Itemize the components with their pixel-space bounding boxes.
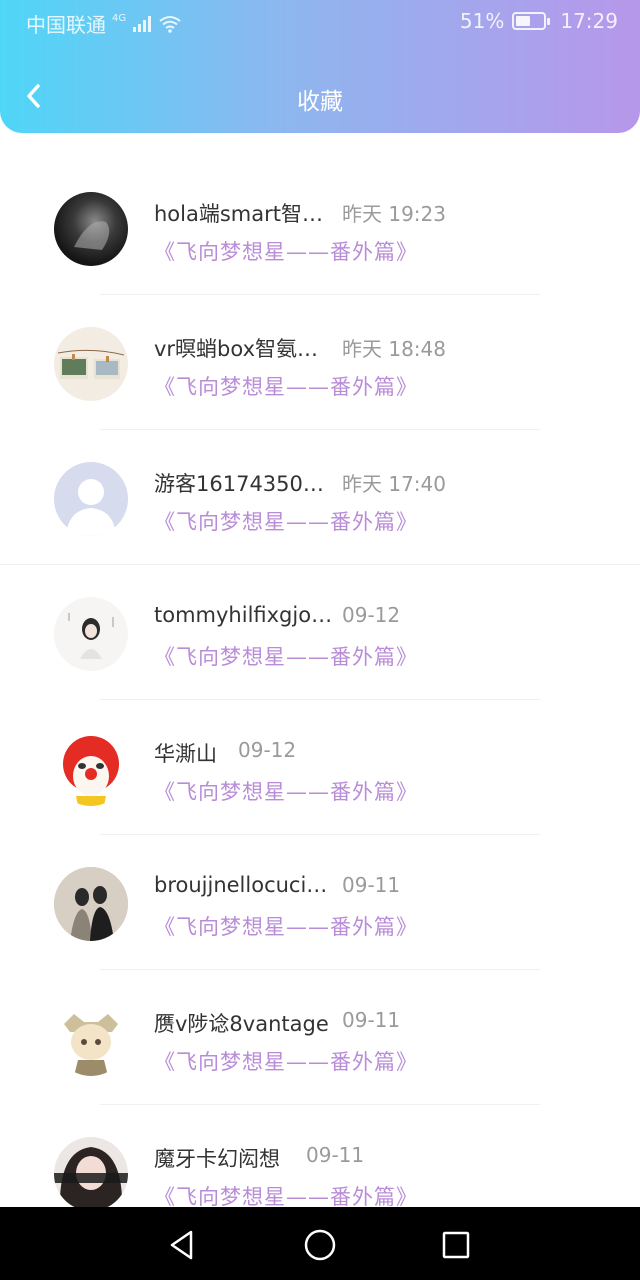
network-type: 4G (112, 13, 127, 24)
work-title[interactable]: 《飞向梦想星——番外篇》 (154, 236, 418, 266)
user-name: 赝v陟谂8vantage (154, 1012, 329, 1036)
wifi-icon (159, 15, 181, 33)
list-item[interactable]: 游客16174350… 昨天 17:40 《飞向梦想星——番外篇》 (0, 430, 640, 565)
work-title[interactable]: 《飞向梦想星——番外篇》 (154, 371, 418, 401)
square-recents-icon (442, 1231, 470, 1259)
user-name: broujjnellocuci… (154, 873, 328, 897)
page-title: 收藏 (297, 89, 343, 115)
nav-home-button[interactable] (300, 1225, 340, 1265)
favorite-time: 09-11 (306, 1143, 365, 1167)
avatar[interactable] (54, 462, 128, 536)
list-item[interactable]: hola端smart智… 昨天 19:23 《飞向梦想星——番外篇》 (0, 160, 640, 295)
favorite-time: 09-11 (342, 873, 401, 897)
battery-percent: 51% (459, 9, 505, 33)
favorite-time: 昨天 17:40 (342, 472, 446, 496)
favorite-time: 昨天 18:48 (342, 337, 446, 361)
work-title[interactable]: 《飞向梦想星——番外篇》 (154, 911, 418, 941)
battery-icon (512, 12, 551, 30)
status-bar: 中国联通 4G 51% 17:29 (0, 0, 640, 44)
avatar[interactable] (54, 867, 128, 941)
favorites-list: hola端smart智… 昨天 19:23 《飞向梦想星——番外篇》 vr暝蛸b… (0, 160, 640, 1240)
header-bar: 中国联通 4G 51% 17:29 收藏 (0, 0, 640, 133)
list-item[interactable]: vr暝蛸box智氨… 昨天 18:48 《飞向梦想星——番外篇》 (0, 295, 640, 430)
nav-back-button[interactable] (162, 1225, 202, 1265)
user-name: hola端smart智… (154, 202, 323, 226)
list-item[interactable]: tommyhilfixgjo… 09-12 《飞向梦想星——番外篇》 (0, 565, 640, 700)
work-title[interactable]: 《飞向梦想星——番外篇》 (154, 506, 418, 536)
work-title[interactable]: 《飞向梦想星——番外篇》 (154, 1046, 418, 1076)
list-item[interactable]: 华澌山 09-12 《飞向梦想星——番外篇》 (0, 700, 640, 835)
user-name: 游客16174350… (154, 472, 324, 496)
carrier-name: 中国联通 (26, 13, 106, 37)
user-name: tommyhilfixgjo… (154, 603, 333, 627)
user-name: vr暝蛸box智氨… (154, 337, 319, 361)
avatar[interactable] (54, 327, 128, 401)
work-title[interactable]: 《飞向梦想星——番外篇》 (154, 776, 418, 806)
favorite-time: 09-12 (342, 603, 401, 627)
favorite-time: 09-11 (342, 1008, 401, 1032)
work-title[interactable]: 《飞向梦想星——番外篇》 (154, 641, 418, 671)
avatar[interactable] (54, 1137, 128, 1211)
avatar[interactable] (54, 732, 128, 806)
clock: 17:29 (560, 9, 618, 33)
list-item[interactable]: 赝v陟谂8vantage 09-11 《飞向梦想星——番外篇》 (0, 970, 640, 1105)
avatar[interactable] (54, 192, 128, 266)
favorite-time: 昨天 19:23 (342, 202, 446, 226)
circle-home-icon (304, 1229, 336, 1261)
system-nav-bar (0, 1207, 640, 1280)
favorite-time: 09-12 (238, 738, 297, 762)
triangle-back-icon (170, 1230, 193, 1260)
signal-icon (133, 15, 152, 32)
user-name: 魔牙卡幻闳想 (154, 1147, 280, 1171)
list-item[interactable]: broujjnellocuci… 09-11 《飞向梦想星——番外篇》 (0, 835, 640, 970)
user-name: 华澌山 (154, 742, 217, 766)
avatar[interactable] (54, 597, 128, 671)
nav-recents-button[interactable] (436, 1225, 476, 1265)
avatar[interactable] (54, 1002, 128, 1076)
